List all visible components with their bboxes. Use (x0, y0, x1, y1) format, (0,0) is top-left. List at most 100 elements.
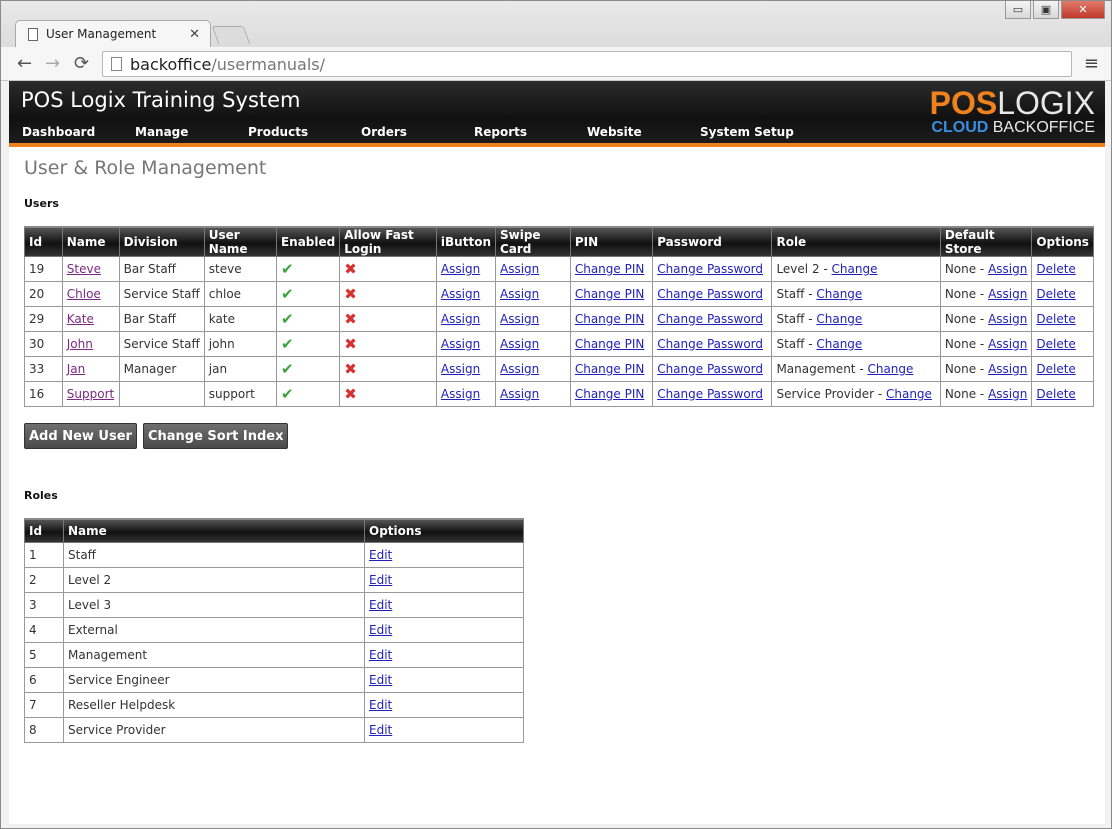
change-role-link[interactable]: Change (816, 337, 862, 351)
tab-close-icon[interactable]: ✕ (189, 27, 200, 42)
password-cell: Change Password (652, 356, 773, 382)
swipe-card-cell: Assign (494, 381, 571, 407)
role-id: 3 (24, 591, 64, 618)
user-name-link[interactable]: Jan (67, 362, 86, 376)
delete-user-link[interactable]: Delete (1036, 387, 1075, 401)
edit-role-link[interactable]: Edit (369, 598, 392, 612)
change-role-link[interactable]: Change (832, 262, 878, 276)
change-password-link[interactable]: Change Password (657, 337, 763, 351)
user-division: Service Staff (118, 331, 205, 357)
edit-role-link[interactable]: Edit (369, 648, 392, 662)
assign-swipe-card-link[interactable]: Assign (500, 287, 539, 301)
change-role-link[interactable]: Change (886, 387, 932, 401)
role-name: Management (63, 641, 365, 668)
assign-swipe-card-link[interactable]: Assign (500, 387, 539, 401)
change-password-link[interactable]: Change Password (657, 287, 763, 301)
assign-store-link[interactable]: Assign (988, 262, 1027, 276)
default-store-cell: None - Assign (939, 331, 1033, 357)
role-text: Staff - (776, 337, 817, 351)
change-pin-link[interactable]: Change PIN (575, 262, 645, 276)
user-name-link[interactable]: Support (67, 387, 114, 401)
assign-swipe-card-link[interactable]: Assign (500, 262, 539, 276)
address-bar[interactable]: backoffice/usermanuals/ (102, 51, 1072, 77)
role-name: Level 3 (63, 591, 365, 618)
new-tab-button[interactable] (211, 26, 251, 44)
change-pin-link[interactable]: Change PIN (575, 362, 645, 376)
nav-dashboard[interactable]: Dashboard (22, 125, 135, 139)
edit-role-link[interactable]: Edit (369, 723, 392, 737)
change-pin-link[interactable]: Change PIN (575, 312, 645, 326)
user-name-link[interactable]: Steve (67, 262, 101, 276)
minimize-icon[interactable]: ▭ (1005, 1, 1031, 19)
default-store-cell: None - Assign (939, 356, 1033, 382)
delete-user-link[interactable]: Delete (1036, 262, 1075, 276)
assign-ibutton-link[interactable]: Assign (441, 287, 480, 301)
nav-products[interactable]: Products (248, 125, 361, 139)
assign-ibutton-link[interactable]: Assign (441, 337, 480, 351)
user-username: john (203, 331, 277, 357)
change-password-link[interactable]: Change Password (657, 312, 763, 326)
change-password-link[interactable]: Change Password (657, 387, 763, 401)
forward-arrow-icon[interactable]: → (45, 53, 60, 74)
add-new-user-button[interactable]: Add New User (24, 423, 137, 449)
assign-ibutton-link[interactable]: Assign (441, 362, 480, 376)
delete-user-link[interactable]: Delete (1036, 362, 1075, 376)
default-store-text: None - (944, 287, 989, 301)
checkmark-icon: ✔ (280, 335, 294, 353)
delete-user-link[interactable]: Delete (1036, 312, 1075, 326)
delete-user-link[interactable]: Delete (1036, 337, 1075, 351)
change-role-link[interactable]: Change (816, 312, 862, 326)
nav-website[interactable]: Website (587, 125, 700, 139)
edit-role-link[interactable]: Edit (369, 698, 392, 712)
edit-role-link[interactable]: Edit (369, 573, 392, 587)
assign-ibutton-link[interactable]: Assign (441, 262, 480, 276)
change-pin-link[interactable]: Change PIN (575, 287, 645, 301)
edit-role-link[interactable]: Edit (369, 673, 392, 687)
change-password-link[interactable]: Change Password (657, 262, 763, 276)
assign-swipe-card-link[interactable]: Assign (500, 312, 539, 326)
user-id-cell: 30 (24, 331, 63, 357)
edit-role-link[interactable]: Edit (369, 548, 392, 562)
assign-store-link[interactable]: Assign (988, 287, 1027, 301)
url-host: backoffice (130, 54, 212, 74)
user-id-cell: 16 (24, 381, 63, 407)
user-name-link[interactable]: Kate (67, 312, 94, 326)
close-window-icon[interactable]: ✕ (1061, 1, 1105, 19)
role-cell: Level 2 - Change (771, 256, 941, 282)
assign-swipe-card-link[interactable]: Assign (500, 337, 539, 351)
swipe-card-cell: Assign (494, 281, 571, 307)
user-name-link[interactable]: Chloe (67, 287, 101, 301)
assign-store-link[interactable]: Assign (988, 312, 1027, 326)
user-name-cell: Chloe (61, 281, 120, 307)
col-division: Division (118, 226, 205, 257)
nav-system-setup[interactable]: System Setup (700, 125, 820, 139)
role-options-cell: Edit (364, 591, 524, 618)
change-password-link[interactable]: Change Password (657, 362, 763, 376)
logo-logix-text: LOGIX (997, 85, 1095, 121)
assign-ibutton-link[interactable]: Assign (441, 387, 480, 401)
change-pin-link[interactable]: Change PIN (575, 337, 645, 351)
nav-reports[interactable]: Reports (474, 125, 587, 139)
assign-store-link[interactable]: Assign (988, 362, 1027, 376)
default-store-cell: None - Assign (939, 256, 1033, 282)
change-sort-index-button[interactable]: Change Sort Index (142, 423, 289, 449)
assign-store-link[interactable]: Assign (988, 387, 1027, 401)
reload-icon[interactable]: ⟳ (74, 53, 89, 74)
change-role-link[interactable]: Change (867, 362, 913, 376)
delete-user-link[interactable]: Delete (1036, 287, 1075, 301)
nav-manage[interactable]: Manage (135, 125, 248, 139)
nav-orders[interactable]: Orders (361, 125, 474, 139)
assign-store-link[interactable]: Assign (988, 337, 1027, 351)
change-role-link[interactable]: Change (816, 287, 862, 301)
edit-role-link[interactable]: Edit (369, 623, 392, 637)
change-pin-link[interactable]: Change PIN (575, 387, 645, 401)
browser-tab[interactable]: User Management ✕ (15, 20, 211, 47)
assign-ibutton-link[interactable]: Assign (441, 312, 480, 326)
roles-col-name: Name (63, 518, 365, 543)
password-cell: Change Password (652, 306, 773, 332)
maximize-icon[interactable]: ▣ (1033, 1, 1059, 19)
back-arrow-icon[interactable]: ← (17, 53, 32, 74)
user-name-link[interactable]: John (67, 337, 93, 351)
assign-swipe-card-link[interactable]: Assign (500, 362, 539, 376)
hamburger-menu-icon[interactable]: ≡ (1084, 53, 1099, 74)
